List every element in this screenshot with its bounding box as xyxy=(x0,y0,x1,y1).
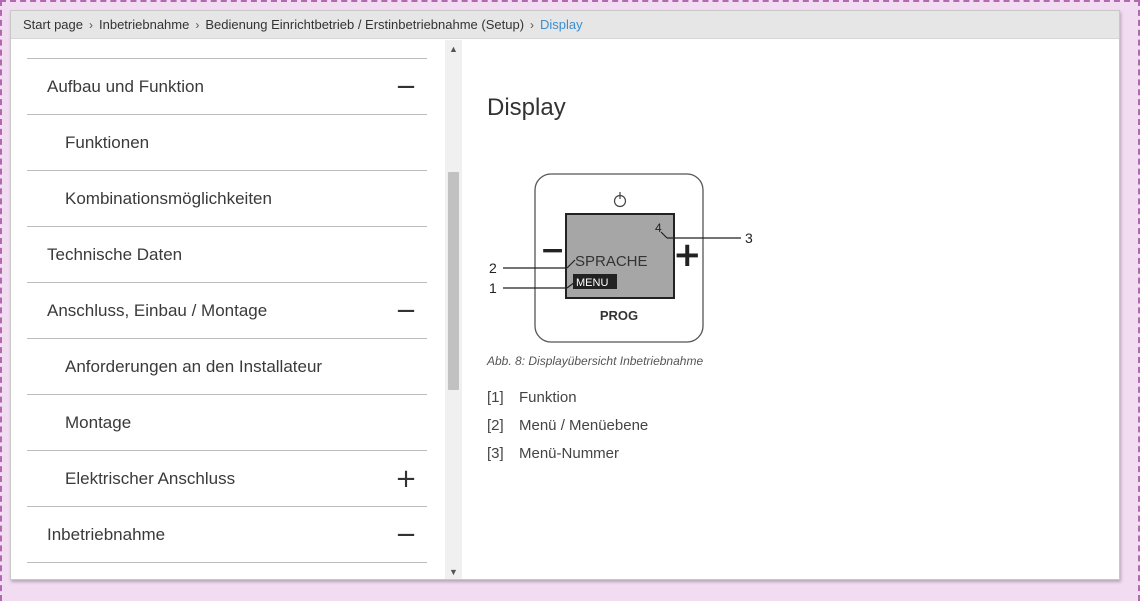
legend-item: [2] Menü / Menüebene xyxy=(487,417,648,445)
nav-item-technische-daten[interactable]: Technische Daten xyxy=(27,227,427,283)
nav-item-anforderungen-installateur[interactable]: Anforderungen an den Installateur xyxy=(27,339,427,395)
legend-text: Menü-Nummer xyxy=(519,445,620,462)
legend-text: Funktion xyxy=(519,389,577,406)
legend-item: [1] Funktion xyxy=(487,389,648,417)
screen-text: SPRACHE xyxy=(575,253,648,270)
nav-item-label: Aufbau und Funktion xyxy=(47,76,204,96)
breadcrumb-inbetriebnahme[interactable]: Inbetriebnahme xyxy=(99,17,189,32)
legend-text: Menü / Menüebene xyxy=(519,417,649,434)
nav-item-kombinationsmoeglichkeiten[interactable]: Kombinationsmöglichkeiten xyxy=(27,171,427,227)
callout-number-2: 2 xyxy=(489,260,497,276)
nav-item-elektrischer-anschluss[interactable]: Elektrischer Anschluss + xyxy=(27,451,427,507)
legend-index: [1] xyxy=(487,389,504,406)
nav-item-label: Technische Daten xyxy=(47,244,183,264)
breadcrumb-start-page[interactable]: Start page xyxy=(23,17,83,32)
scroll-down-icon[interactable]: ▼ xyxy=(445,565,462,579)
sidebar-scrollbar[interactable]: ▲ ▼ xyxy=(445,40,462,579)
breadcrumb-separator: › xyxy=(195,17,200,32)
callout-number-3: 3 xyxy=(745,230,753,246)
main-content: Display 4 SPRACHE MENU − + PROG 2 1 3 Ab… xyxy=(487,40,1107,579)
legend-item: [3] Menü-Nummer xyxy=(487,445,648,473)
nav-item-aufbau-und-funktion[interactable]: Aufbau und Funktion − xyxy=(27,59,427,115)
nav-item-partial xyxy=(27,40,427,59)
nav-item-label: Elektrischer Anschluss xyxy=(65,468,236,488)
collapse-icon[interactable]: − xyxy=(391,522,421,548)
scroll-up-icon[interactable]: ▲ xyxy=(445,42,462,56)
collapse-icon[interactable]: − xyxy=(391,74,421,100)
menu-number: 4 xyxy=(655,221,662,235)
breadcrumb-separator: › xyxy=(530,17,535,32)
nav-item-label: Kombinationsmöglichkeiten xyxy=(65,188,272,208)
menu-label: MENU xyxy=(576,277,608,289)
plus-icon: + xyxy=(673,235,702,275)
breadcrumb-bedienung-setup[interactable]: Bedienung Einrichtbetrieb / Erstinbetrie… xyxy=(205,17,524,32)
collapse-icon[interactable]: − xyxy=(391,298,421,324)
nav-item-label: Inbetriebnahme xyxy=(47,524,166,544)
nav-list: Aufbau und Funktion − Funktionen Kombina… xyxy=(27,40,427,563)
breadcrumb: Start page › Inbetriebnahme › Bedienung … xyxy=(11,11,1119,39)
figure-caption: Abb. 8: Displayübersicht Inbetriebnahme xyxy=(487,354,704,368)
nav-item-anschluss-einbau-montage[interactable]: Anschluss, Einbau / Montage − xyxy=(27,283,427,339)
nav-item-inbetriebnahme[interactable]: Inbetriebnahme − xyxy=(27,507,427,563)
sidebar-nav: Aufbau und Funktion − Funktionen Kombina… xyxy=(11,40,451,579)
nav-item-label: Funktionen xyxy=(65,132,150,152)
legend-index: [3] xyxy=(487,445,504,462)
prog-label: PROG xyxy=(600,308,638,323)
display-diagram: 4 SPRACHE MENU − + PROG 2 1 3 xyxy=(489,173,753,343)
nav-item-label: Anforderungen an den Installateur xyxy=(65,356,323,376)
page-title: Display xyxy=(487,94,566,121)
help-window: Start page › Inbetriebnahme › Bedienung … xyxy=(10,10,1120,580)
nav-item-label: Anschluss, Einbau / Montage xyxy=(47,300,268,320)
breadcrumb-separator: › xyxy=(89,17,93,32)
nav-item-funktionen[interactable]: Funktionen xyxy=(27,115,427,171)
legend-index: [2] xyxy=(487,417,504,434)
nav-item-montage[interactable]: Montage xyxy=(27,395,427,451)
expand-icon[interactable]: + xyxy=(391,466,421,492)
nav-item-label: Montage xyxy=(65,412,132,432)
callout-number-1: 1 xyxy=(489,280,497,296)
minus-icon: − xyxy=(540,233,565,268)
breadcrumb-current: Display xyxy=(540,17,583,32)
figure-legend: [1] Funktion [2] Menü / Menüebene [3] Me… xyxy=(487,389,648,473)
scroll-thumb[interactable] xyxy=(448,172,459,390)
